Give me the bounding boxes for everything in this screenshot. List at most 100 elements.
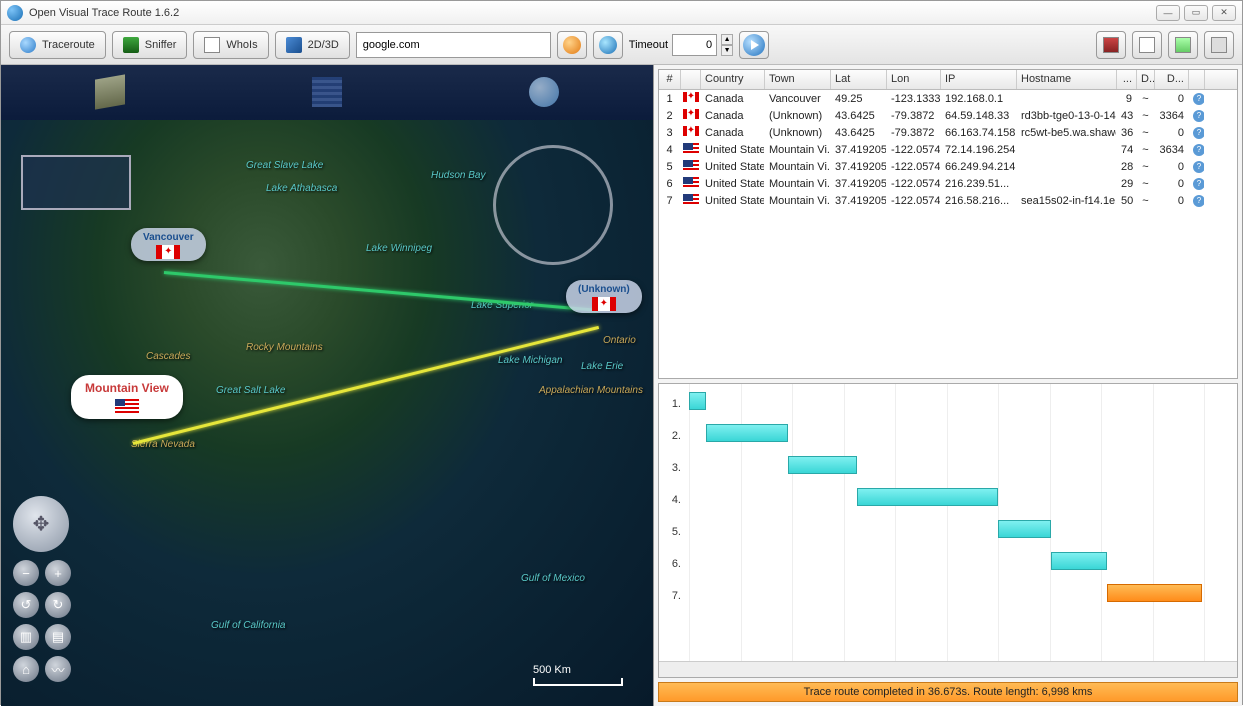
timeout-input[interactable] <box>672 34 717 56</box>
globe-view-icon[interactable] <box>529 77 559 107</box>
flag-us-icon <box>115 399 139 413</box>
cell-country: Canada <box>701 92 765 106</box>
timeout-down-button[interactable]: ▼ <box>721 45 733 56</box>
cell-number: 7 <box>659 194 681 208</box>
cell-flag <box>681 176 701 191</box>
th-country[interactable]: Country <box>701 70 765 89</box>
latency-gantt-chart: 1.2.3.4.5.6.7. <box>658 383 1238 678</box>
map-view[interactable]: Hudson Bay Lake Winnipeg Lake Superior L… <box>1 65 654 706</box>
th-ip[interactable]: IP <box>941 70 1017 89</box>
cell-help[interactable]: ? <box>1189 91 1205 106</box>
map-node-unknown[interactable]: (Unknown) <box>566 280 642 313</box>
cell-help[interactable]: ? <box>1189 142 1205 157</box>
layers-icon[interactable] <box>95 74 125 109</box>
whois-button[interactable]: WhoIs <box>193 31 268 59</box>
th-number[interactable]: # <box>659 70 681 89</box>
map-water-label: Lake Athabasca <box>266 183 337 194</box>
table-row[interactable]: 7United StatesMountain Vi...37.419205-12… <box>659 192 1237 209</box>
table-row[interactable]: 1CanadaVancouver49.25-123.1333192.168.0.… <box>659 90 1237 107</box>
cell-number: 6 <box>659 177 681 191</box>
globe-button[interactable] <box>593 31 623 59</box>
cell-flag <box>681 142 701 157</box>
gantt-bar[interactable] <box>998 520 1051 538</box>
flag-button[interactable] <box>1096 31 1126 59</box>
pan-control[interactable] <box>13 496 69 552</box>
compass-icon[interactable] <box>493 145 613 265</box>
zoom-in-button[interactable]: + <box>45 560 71 586</box>
cell-latency: 43 <box>1117 109 1137 123</box>
timeout-up-button[interactable]: ▲ <box>721 34 733 45</box>
gantt-bar[interactable] <box>689 392 706 410</box>
th-latency[interactable]: ... <box>1117 70 1137 89</box>
cell-help[interactable]: ? <box>1189 108 1205 123</box>
map-node-mountain-view[interactable]: Mountain View <box>71 375 183 419</box>
view-2d3d-button[interactable]: 2D/3D <box>275 31 350 59</box>
table-row[interactable]: 3Canada(Unknown)43.6425-79.387266.163.74… <box>659 124 1237 141</box>
graph-button[interactable]: 〰 <box>45 656 71 682</box>
cell-help[interactable]: ? <box>1189 125 1205 140</box>
cell-lon: -79.3872 <box>887 126 941 140</box>
cell-host: sea15s02-in-f14.1e1... <box>1017 194 1117 208</box>
minimap[interactable] <box>21 155 131 210</box>
host-input[interactable] <box>356 32 551 58</box>
map-land-label: Rocky Mountains <box>246 342 323 353</box>
table-row[interactable]: 4United StatesMountain Vi...37.419205-12… <box>659 141 1237 158</box>
cell-lat: 37.419205 <box>831 177 887 191</box>
grid-icon[interactable] <box>312 77 342 107</box>
rotate-cw-button[interactable]: ↻ <box>45 592 71 618</box>
th-town[interactable]: Town <box>765 70 831 89</box>
help-icon: ? <box>1193 178 1205 190</box>
tilt-down-button[interactable]: ▥ <box>13 624 39 650</box>
th-distance[interactable]: D... <box>1155 70 1189 89</box>
run-button[interactable] <box>739 31 769 59</box>
th-help[interactable] <box>1189 70 1205 89</box>
rotate-ccw-button[interactable]: ↺ <box>13 592 39 618</box>
flag-us-icon <box>683 143 699 153</box>
cell-lat: 37.419205 <box>831 194 887 208</box>
cell-help[interactable]: ? <box>1189 193 1205 208</box>
sniffer-button[interactable]: Sniffer <box>112 31 188 59</box>
cell-help[interactable]: ? <box>1189 159 1205 174</box>
th-hostname[interactable]: Hostname <box>1017 70 1117 89</box>
cell-latency: 74 <box>1117 143 1137 157</box>
table-row[interactable]: 6United StatesMountain Vi...37.419205-12… <box>659 175 1237 192</box>
import-button[interactable] <box>1168 31 1198 59</box>
home-button[interactable]: ⌂ <box>13 656 39 682</box>
cell-latency: 9 <box>1117 92 1137 106</box>
export-button[interactable] <box>1132 31 1162 59</box>
cell-flag <box>681 108 701 123</box>
cell-distance: 3634 <box>1155 143 1189 157</box>
zoom-out-button[interactable]: − <box>13 560 39 586</box>
gantt-bar[interactable] <box>1107 584 1202 602</box>
help-icon: ? <box>1193 195 1205 207</box>
gantt-row-label: 7. <box>663 590 681 602</box>
gantt-row-label: 5. <box>663 526 681 538</box>
table-row[interactable]: 2Canada(Unknown)43.6425-79.387264.59.148… <box>659 107 1237 124</box>
cell-country: United States <box>701 194 765 208</box>
th-lat[interactable]: Lat <box>831 70 887 89</box>
close-button[interactable]: ✕ <box>1212 5 1236 21</box>
scale-label: 500 Km <box>533 664 571 676</box>
traceroute-button[interactable]: Traceroute <box>9 31 106 59</box>
th-flag[interactable] <box>681 70 701 89</box>
cell-lat: 37.419205 <box>831 160 887 174</box>
play-icon <box>743 34 765 56</box>
maximize-button[interactable]: ▭ <box>1184 5 1208 21</box>
th-dns[interactable]: D... <box>1137 70 1155 89</box>
cell-latency: 50 <box>1117 194 1137 208</box>
gantt-bar[interactable] <box>706 424 788 442</box>
hops-table: # Country Town Lat Lon IP Hostname ... D… <box>658 69 1238 379</box>
resolve-button[interactable] <box>557 31 587 59</box>
minimize-button[interactable]: — <box>1156 5 1180 21</box>
gantt-bar[interactable] <box>857 488 998 506</box>
gantt-bar[interactable] <box>1051 552 1106 570</box>
map-node-vancouver[interactable]: Vancouver <box>131 228 206 261</box>
th-lon[interactable]: Lon <box>887 70 941 89</box>
cell-help[interactable]: ? <box>1189 176 1205 191</box>
tilt-up-button[interactable]: ▤ <box>45 624 71 650</box>
traceroute-label: Traceroute <box>42 39 95 51</box>
settings-button[interactable] <box>1204 31 1234 59</box>
gantt-scrollbar[interactable] <box>659 661 1237 677</box>
gantt-bar[interactable] <box>788 456 857 474</box>
table-row[interactable]: 5United StatesMountain Vi...37.419205-12… <box>659 158 1237 175</box>
